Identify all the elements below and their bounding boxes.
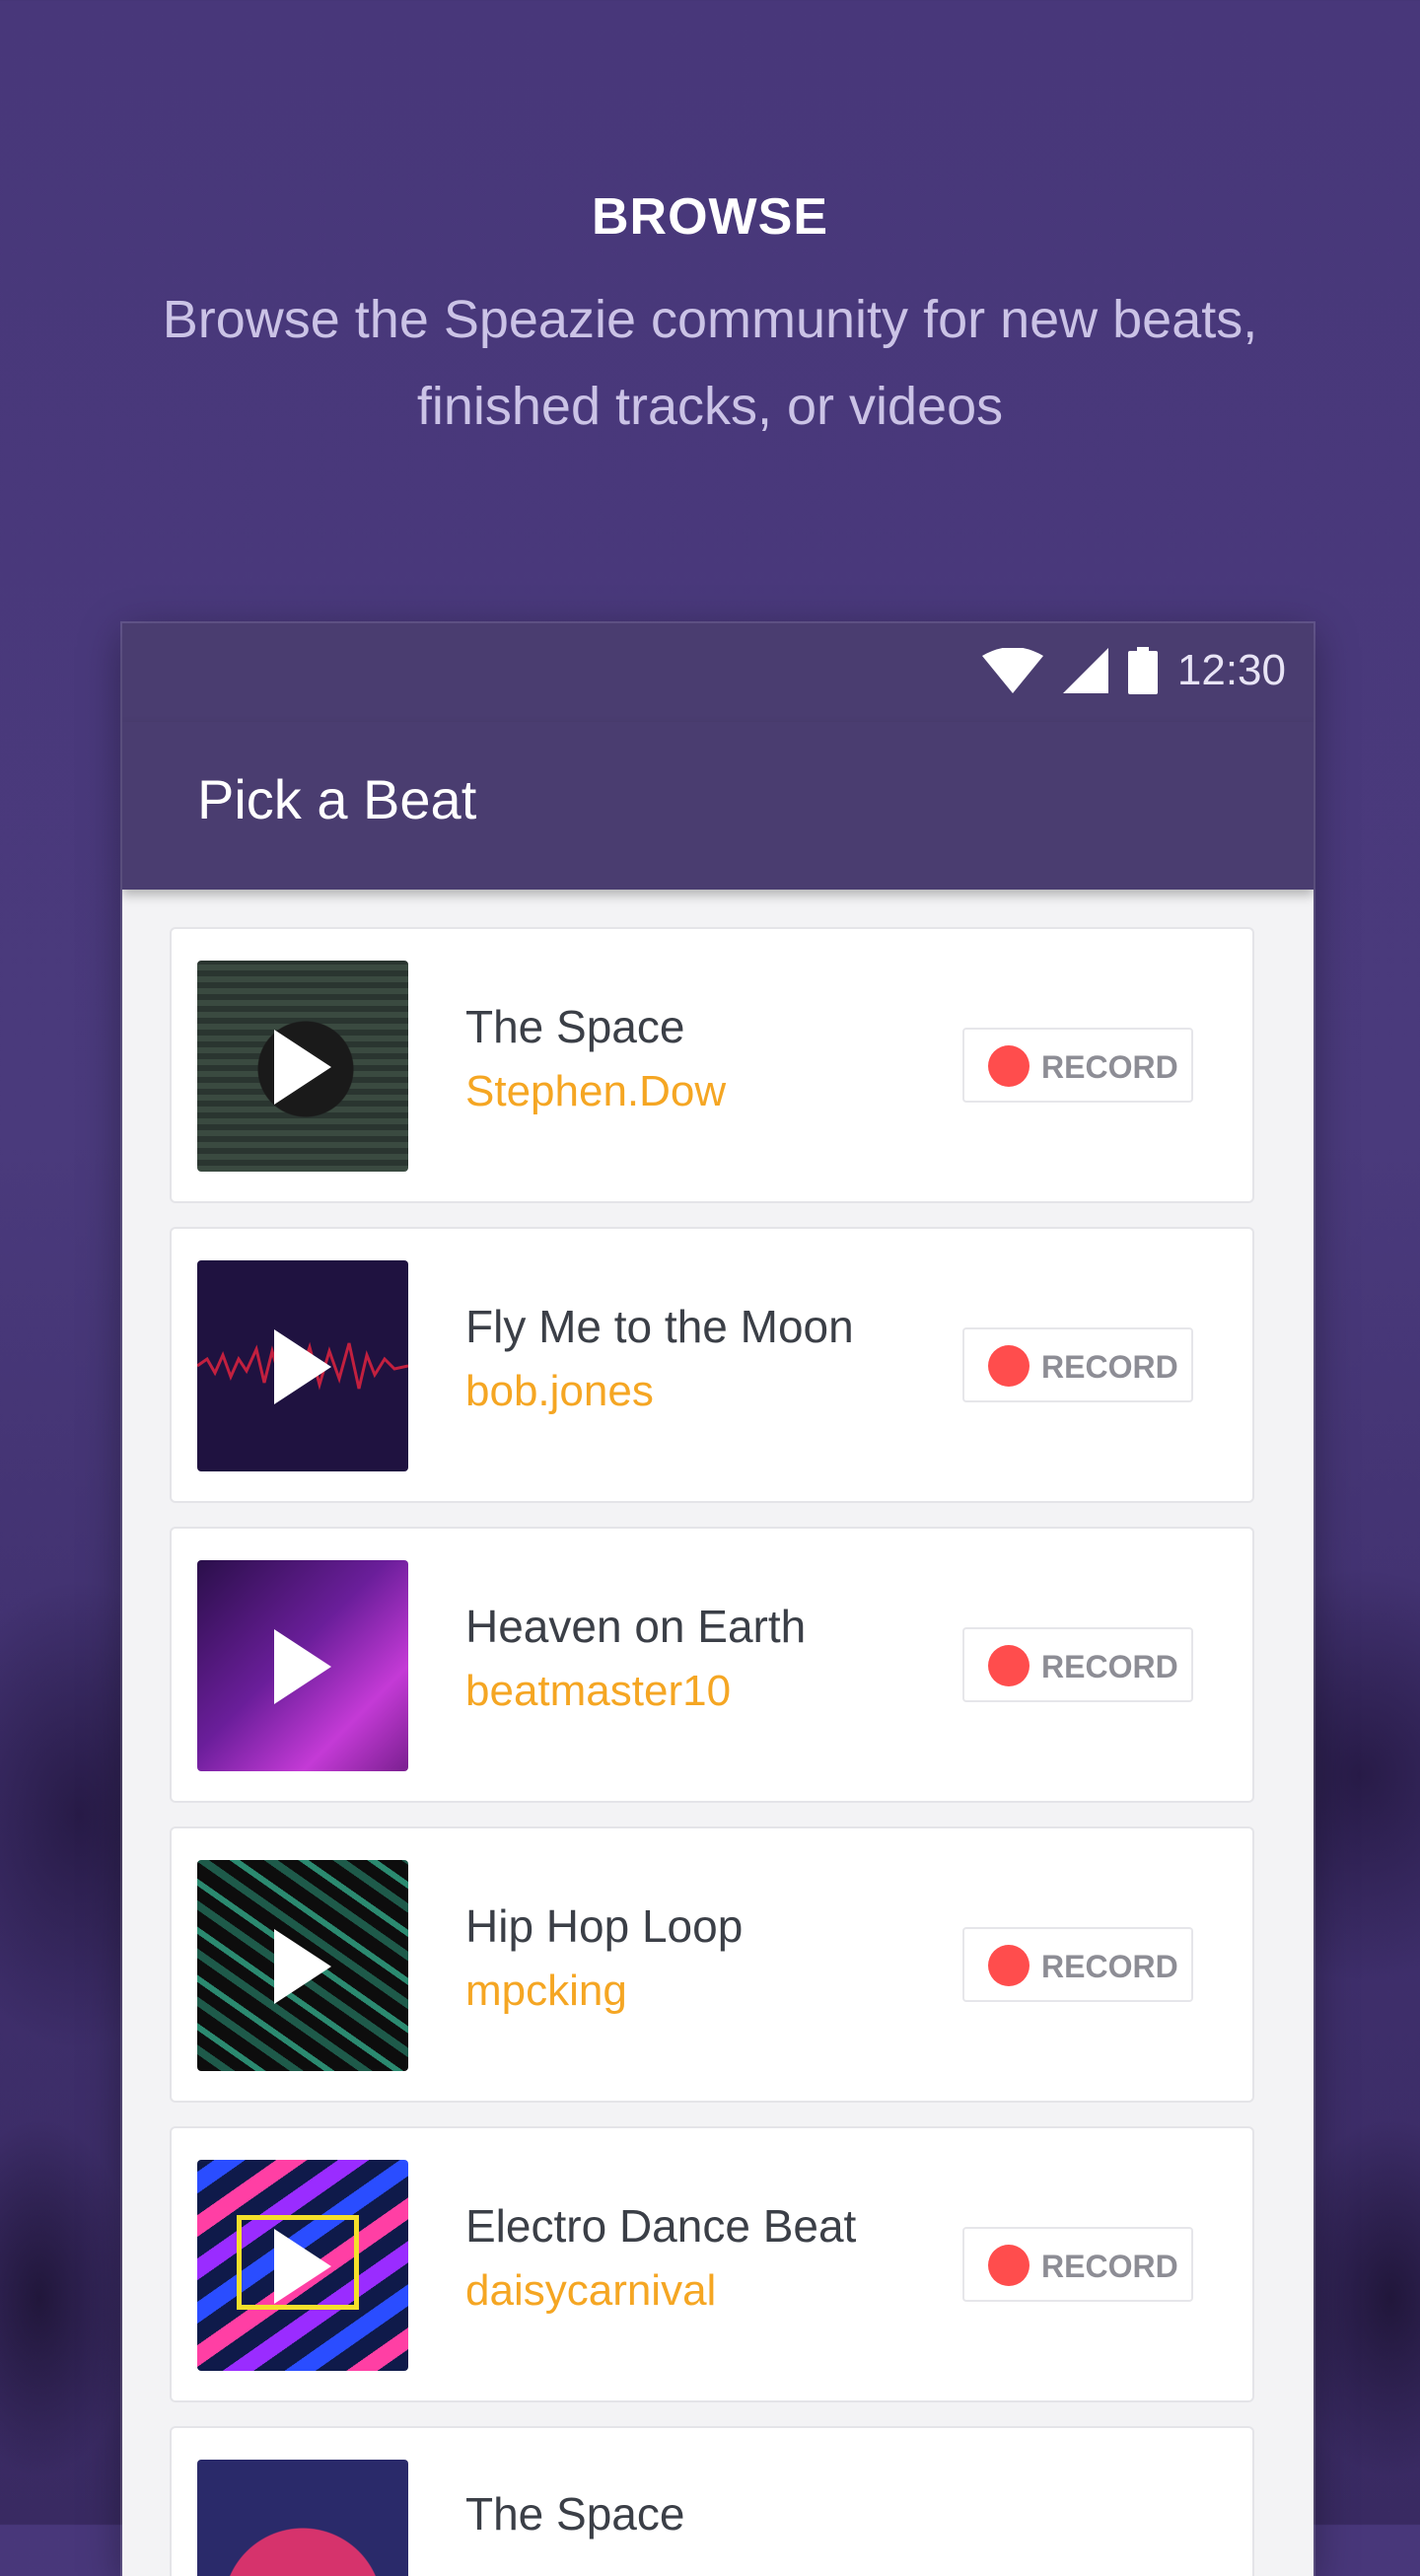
track-title: The Space [465, 2488, 685, 2540]
record-dot-icon [988, 1345, 1030, 1387]
cover-art[interactable] [197, 2160, 408, 2371]
beat-card[interactable]: Electro Dance Beat daisycarnival RECORD [170, 2126, 1254, 2402]
play-icon[interactable] [274, 1030, 331, 1105]
record-button[interactable]: RECORD [962, 1028, 1193, 1103]
track-title: Hip Hop Loop [465, 1900, 744, 1952]
record-button[interactable]: RECORD [962, 1627, 1193, 1702]
track-artist[interactable]: bob.jones [465, 1367, 654, 1416]
phone-screen: 12:30 Pick a Beat The Space Stephen.Dow … [122, 623, 1314, 2576]
cover-art[interactable] [197, 961, 408, 1172]
track-title: Heaven on Earth [465, 1601, 807, 1652]
record-label: RECORD [1041, 1349, 1178, 1385]
status-bar: 12:30 [122, 623, 1314, 722]
signal-icon [1062, 648, 1108, 693]
cover-art[interactable] [197, 2460, 408, 2576]
play-icon[interactable] [274, 2229, 331, 2304]
track-artist[interactable]: beatmaster10 [465, 1667, 731, 1716]
cover-art[interactable] [197, 1560, 408, 1771]
beat-card[interactable]: Heaven on Earth beatmaster10 RECORD [170, 1527, 1254, 1803]
record-label: RECORD [1041, 2249, 1178, 2284]
record-dot-icon [988, 1645, 1030, 1686]
beat-card[interactable]: The Space [170, 2426, 1254, 2576]
track-title: Fly Me to the Moon [465, 1301, 854, 1352]
cover-art[interactable] [197, 1260, 408, 1471]
track-artist[interactable]: Stephen.Dow [465, 1067, 726, 1116]
play-icon[interactable] [274, 1929, 331, 2004]
record-label: RECORD [1041, 1049, 1178, 1085]
beat-card[interactable]: Fly Me to the Moon bob.jones RECORD [170, 1227, 1254, 1503]
cover-art[interactable] [197, 1860, 408, 2071]
page-subtitle: Browse the Speazie community for new bea… [162, 290, 1258, 436]
app-bar-title: Pick a Beat [197, 768, 477, 830]
beat-card[interactable]: The Space Stephen.Dow RECORD [170, 927, 1254, 1203]
track-title: The Space [465, 1001, 685, 1052]
track-artist[interactable]: mpcking [465, 1967, 627, 2016]
record-label: RECORD [1041, 1649, 1178, 1684]
record-button[interactable]: RECORD [962, 1927, 1193, 2002]
status-time: 12:30 [1176, 646, 1286, 694]
track-artist[interactable]: daisycarnival [465, 2266, 716, 2316]
wifi-icon [981, 648, 1043, 693]
battery-icon [1127, 647, 1158, 694]
record-dot-icon [988, 1945, 1030, 1986]
app-bar: Pick a Beat [122, 722, 1314, 890]
track-title: Electro Dance Beat [465, 2200, 857, 2252]
play-icon[interactable] [274, 1629, 331, 1704]
page-title: BROWSE [592, 188, 828, 246]
record-button[interactable]: RECORD [962, 2227, 1193, 2302]
record-dot-icon [988, 1045, 1030, 1087]
record-button[interactable]: RECORD [962, 1327, 1193, 1402]
record-label: RECORD [1041, 1949, 1178, 1984]
play-icon[interactable] [274, 1329, 331, 1404]
record-dot-icon [988, 2245, 1030, 2286]
beat-card[interactable]: Hip Hop Loop mpcking RECORD [170, 1826, 1254, 2103]
